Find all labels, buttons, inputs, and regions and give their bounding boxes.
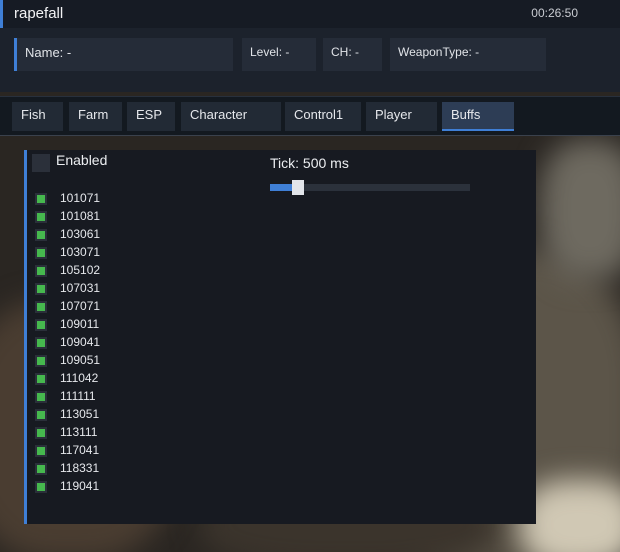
checkmark-icon xyxy=(37,303,45,311)
checkmark-icon xyxy=(37,429,45,437)
info-bar: Name: - Level: - CH: - WeaponType: - xyxy=(0,28,620,92)
buff-label: 111042 xyxy=(60,371,99,385)
tab-fish[interactable]: Fish xyxy=(12,102,63,131)
buff-label: 118331 xyxy=(60,461,100,475)
tab-control1[interactable]: Control1 xyxy=(285,102,361,131)
channel-field: CH: - xyxy=(323,38,382,71)
buff-checkbox[interactable] xyxy=(35,283,47,295)
buff-checkbox[interactable] xyxy=(35,463,47,475)
checkmark-icon xyxy=(37,411,45,419)
buff-label: 105102 xyxy=(60,263,101,277)
weapon-type-field: WeaponType: - xyxy=(390,38,546,71)
tick-label: Tick: 500 ms xyxy=(270,155,349,171)
buff-checkbox[interactable] xyxy=(35,355,47,367)
title-bar: rapefall 00:26:50 xyxy=(0,0,620,28)
buff-label: 111111 xyxy=(60,389,96,403)
checkmark-icon xyxy=(37,231,45,239)
checkmark-icon xyxy=(37,339,45,347)
checkmark-icon xyxy=(37,447,45,455)
buff-label: 107031 xyxy=(60,281,101,295)
buff-label: 101081 xyxy=(60,209,101,223)
buff-checkbox[interactable] xyxy=(35,193,47,205)
tab-character[interactable]: Character xyxy=(181,102,281,131)
checkmark-icon xyxy=(37,465,45,473)
buff-label: 101071 xyxy=(60,191,101,205)
tab-player[interactable]: Player xyxy=(366,102,437,131)
buffs-panel: Enabled Tick: 500 ms 101071 101081 103061 1… xyxy=(24,150,536,524)
buff-label: 113051 xyxy=(60,407,100,421)
buff-checkbox[interactable] xyxy=(35,229,47,241)
tick-slider[interactable] xyxy=(270,180,470,195)
buff-checkbox[interactable] xyxy=(35,301,47,313)
buff-label: 103071 xyxy=(60,245,101,259)
buff-label: 103061 xyxy=(60,227,101,241)
buff-checkbox[interactable] xyxy=(35,427,47,439)
buff-checkbox[interactable] xyxy=(35,211,47,223)
checkmark-icon xyxy=(37,213,45,221)
tab-buffs[interactable]: Buffs xyxy=(442,102,514,131)
tab-farm[interactable]: Farm xyxy=(69,102,122,131)
clock: 00:26:50 xyxy=(531,6,578,20)
name-field: Name: - xyxy=(14,38,233,71)
buff-checkbox[interactable] xyxy=(35,337,47,349)
buff-checkbox[interactable] xyxy=(35,373,47,385)
checkmark-icon xyxy=(37,483,45,491)
checkmark-icon xyxy=(37,285,45,293)
checkmark-icon xyxy=(37,393,45,401)
checkmark-icon xyxy=(37,321,45,329)
checkmark-icon xyxy=(37,249,45,257)
buff-checkbox[interactable] xyxy=(35,445,47,457)
buff-label: 109041 xyxy=(60,335,101,349)
window-title: rapefall xyxy=(14,5,64,22)
enabled-checkbox[interactable] xyxy=(32,154,50,172)
buff-label: 119041 xyxy=(60,479,100,493)
buff-checkbox[interactable] xyxy=(35,247,47,259)
buff-checkbox[interactable] xyxy=(35,391,47,403)
buff-label: 109051 xyxy=(60,353,101,367)
buff-checkbox[interactable] xyxy=(35,265,47,277)
buff-label: 107071 xyxy=(60,299,101,313)
level-field: Level: - xyxy=(242,38,316,71)
buff-checkbox[interactable] xyxy=(35,481,47,493)
tab-esp[interactable]: ESP xyxy=(127,102,175,131)
checkmark-icon xyxy=(37,195,45,203)
tab-bar: Fish Farm ESP Character Control1 Player … xyxy=(0,96,620,136)
buff-label: 117041 xyxy=(60,443,100,457)
buff-checkbox[interactable] xyxy=(35,409,47,421)
tick-slider-handle[interactable] xyxy=(292,180,304,195)
buff-label: 113111 xyxy=(60,425,98,439)
checkmark-icon xyxy=(37,357,45,365)
buff-checkbox[interactable] xyxy=(35,319,47,331)
checkmark-icon xyxy=(37,375,45,383)
buff-label: 109011 xyxy=(60,317,100,331)
checkmark-icon xyxy=(37,267,45,275)
enabled-label: Enabled xyxy=(56,152,108,168)
